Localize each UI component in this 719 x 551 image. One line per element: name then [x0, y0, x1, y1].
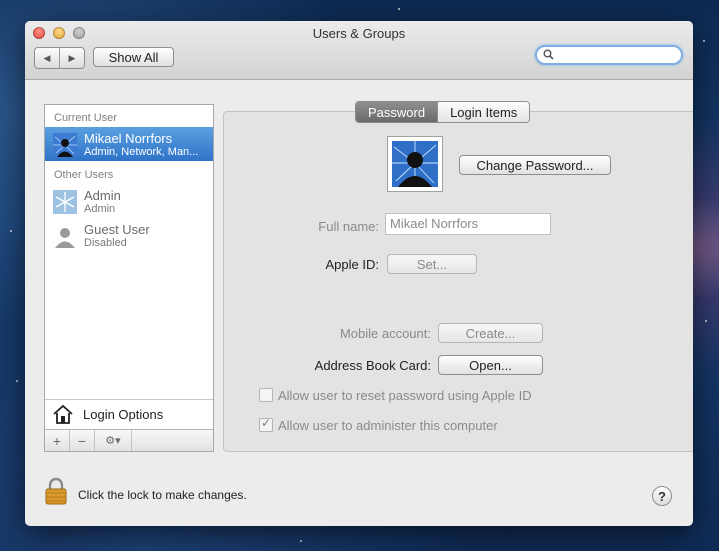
lock-message: Click the lock to make changes. [78, 488, 247, 502]
user-avatar [53, 133, 77, 157]
admin-avatar [53, 190, 77, 214]
star [703, 40, 705, 42]
sidebar-item-current-user[interactable]: Mikael Norrfors Admin, Network, Man... [45, 127, 213, 161]
show-all-button[interactable]: Show All [93, 47, 174, 67]
guest-avatar [53, 224, 77, 248]
full-name-field[interactable]: Mikael Norrfors [385, 213, 551, 235]
preferences-window: Users & Groups ◀ ▶ Show All Current User… [25, 21, 693, 526]
user-name: Guest User [84, 222, 150, 237]
user-name: Mikael Norrfors [84, 131, 173, 146]
administer-label: Allow user to administer this computer [278, 418, 498, 433]
mobile-account-label: Mobile account: [339, 326, 431, 341]
tab-password[interactable]: Password [356, 102, 438, 122]
other-users-header: Other Users [54, 169, 114, 181]
set-apple-id-button[interactable]: Set... [387, 254, 477, 274]
remove-user-button[interactable]: − [70, 430, 95, 451]
create-mobile-account-button[interactable]: Create... [438, 323, 543, 343]
tab-bar: Password Login Items [355, 101, 531, 123]
window-title: Users & Groups [312, 26, 406, 41]
star [16, 380, 18, 382]
add-user-button[interactable]: + [45, 430, 70, 451]
sidebar-item-guest-user[interactable]: Guest User Disabled [45, 218, 213, 252]
search-icon [543, 49, 554, 63]
user-role: Admin, Network, Man... [84, 146, 199, 158]
checkbox-icon [259, 388, 273, 402]
user-name: Admin [84, 188, 121, 203]
user-picture-well[interactable] [387, 136, 443, 192]
user-picture-icon [392, 141, 438, 187]
forward-arrow-icon[interactable]: ▶ [59, 48, 84, 68]
user-role: Admin [84, 203, 116, 215]
search-input[interactable] [535, 45, 683, 65]
sidebar-toolbar: + − ⚙▾ [45, 429, 213, 451]
address-book-label: Address Book Card: [314, 358, 431, 373]
star [705, 320, 707, 322]
administer-checkbox[interactable]: Allow user to administer this computer [259, 416, 498, 433]
reset-password-label: Allow user to reset password using Apple… [278, 388, 532, 403]
login-options-item[interactable]: Login Options [45, 399, 213, 430]
title-bar: Users & Groups ◀ ▶ Show All [25, 21, 693, 80]
current-user-header: Current User [54, 112, 117, 124]
house-icon [52, 403, 74, 428]
apple-id-label: Apple ID: [325, 257, 379, 272]
gear-icon[interactable]: ⚙▾ [95, 430, 132, 451]
back-arrow-icon[interactable]: ◀ [35, 48, 59, 68]
lock-icon[interactable] [44, 477, 68, 505]
checkbox-checked-icon [259, 416, 273, 432]
full-name-label: Full name: [318, 219, 379, 234]
user-role: Disabled [84, 237, 127, 249]
sidebar-item-admin[interactable]: Admin Admin [45, 184, 213, 218]
users-list: Current User Mikael Norrfors Admin, Netw… [44, 104, 214, 452]
open-address-book-button[interactable]: Open... [438, 355, 543, 375]
back-forward-control: ◀ ▶ [34, 47, 85, 69]
star [10, 230, 12, 232]
reset-password-checkbox[interactable]: Allow user to reset password using Apple… [259, 388, 532, 403]
change-password-button[interactable]: Change Password... [459, 155, 611, 175]
login-options-label: Login Options [83, 407, 164, 422]
help-button[interactable]: ? [652, 486, 672, 506]
star [300, 540, 302, 542]
star [398, 8, 400, 10]
tab-login-items[interactable]: Login Items [437, 102, 530, 122]
